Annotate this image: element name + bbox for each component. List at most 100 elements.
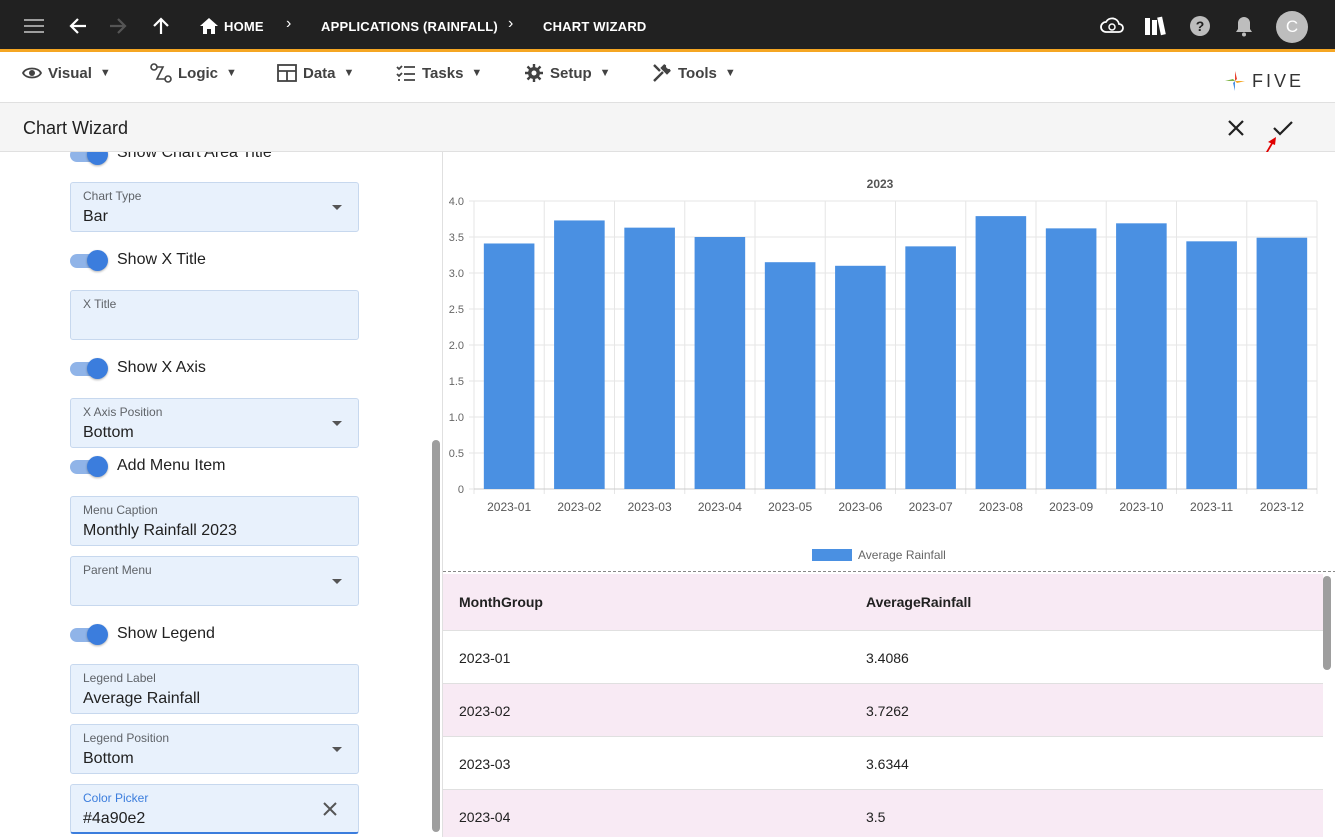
left-panel-scrollbar[interactable] [432,440,440,832]
tools-wrench-icon [653,64,671,82]
add-menu-item-toggle[interactable] [70,456,108,477]
menu-visual[interactable]: Visual ▼ [22,61,111,85]
close-icon [1228,120,1244,136]
legend-position-value: Bottom [83,750,134,767]
menu-logic-label: Logic [178,64,218,82]
table-cell: 3.7262 [866,703,909,719]
color-picker-field[interactable]: Color Picker #4a90e2 [70,784,359,834]
table-row[interactable]: 2023-01 3.4086 [443,631,1323,684]
menu-caption-field[interactable]: Menu Caption Monthly Rainfall 2023 [70,496,359,546]
legend-label-field[interactable]: Legend Label Average Rainfall [70,664,359,714]
menu-setup-label: Setup [550,64,592,82]
x-tick-label: 2023-02 [557,500,601,514]
cancel-button[interactable] [1224,116,1248,140]
color-picker-value: #4a90e2 [83,810,146,827]
menu-tools-label: Tools [678,64,717,82]
table-scrollbar[interactable] [1323,576,1331,670]
x-tick-label: 2023-07 [909,500,953,514]
x-axis-position-label: X Axis Position [83,405,163,419]
x-tick-label: 2023-06 [838,500,882,514]
legend-position-select[interactable]: Legend Position Bottom [70,724,359,774]
menu-data-label: Data [303,64,336,82]
back-arrow-icon[interactable] [66,14,90,38]
show-legend-toggle[interactable] [70,624,108,645]
caret-down-icon: ▼ [226,67,237,79]
x-axis-position-select[interactable]: X Axis Position Bottom [70,398,359,448]
table-grid-icon [277,64,297,82]
bar[interactable] [905,246,956,489]
y-tick-label: 3.5 [449,232,464,244]
page-title: Chart Wizard [23,118,129,138]
column-header-averagerainfall[interactable]: AverageRainfall [866,594,971,610]
x-title-field[interactable]: X Title [70,290,359,340]
table-cell: 3.4086 [866,650,909,666]
show-legend-label: Show Legend [117,625,215,642]
show-x-title-toggle[interactable] [70,250,108,271]
x-tick-label: 2023-12 [1260,500,1304,514]
bar[interactable] [975,216,1027,489]
table-cell: 2023-02 [459,703,511,719]
clear-icon[interactable] [320,799,340,819]
table-row[interactable]: 2023-04 3.5 [443,790,1323,837]
bar[interactable] [835,265,886,489]
y-tick-label: 2.0 [449,340,464,352]
column-header-monthgroup[interactable]: MonthGroup [459,594,543,610]
menu-setup[interactable]: Setup ▼ [524,61,611,85]
bar[interactable] [554,220,605,489]
menu-tasks[interactable]: Tasks ▼ [396,61,482,85]
home-icon[interactable] [197,14,221,38]
bar[interactable] [624,227,675,489]
dropdown-arrow-icon [332,579,342,584]
show-x-axis-toggle[interactable] [70,358,108,379]
parent-menu-select[interactable]: Parent Menu [70,556,359,606]
bar-chart: 2023 00.51.01.52.02.53.03.54.0 2023-01 20… [449,177,1318,562]
eye-icon [22,67,42,79]
chart-wizard-header: Chart Wizard [0,102,1335,152]
bar[interactable] [483,243,535,489]
x-axis-ticks: 2023-01 2023-02 2023-03 2023-04 2023-05 2023-… [487,500,1304,514]
menu-logic[interactable]: Logic ▼ [150,61,237,85]
forward-arrow-icon[interactable] [106,14,130,38]
user-avatar[interactable]: C [1276,11,1308,43]
menu-data[interactable]: Data ▼ [277,61,354,85]
bar[interactable] [1186,241,1237,489]
menu-tools[interactable]: Tools ▼ [652,61,736,85]
y-axis-ticks: 0 0.5 1.0 1.5 2.0 2.5 3.0 3.5 4.0 [449,196,464,496]
table-row[interactable]: 2023-02 3.7262 [443,684,1323,737]
bar[interactable] [694,237,746,489]
caret-down-icon: ▼ [343,67,355,79]
help-icon[interactable]: ? [1188,14,1212,38]
legend-position-label: Legend Position [83,731,170,745]
x-tick-label: 2023-11 [1190,500,1233,514]
chart-legend[interactable]: Average Rainfall [812,548,946,562]
show-chart-area-title-toggle[interactable] [70,152,108,165]
hamburger-menu-icon[interactable] [22,14,46,38]
library-books-icon[interactable] [1143,14,1167,38]
table-header-row: MonthGroup AverageRainfall [443,574,1323,631]
x-tick-label: 2023-04 [698,500,742,514]
logic-flow-icon [150,63,172,83]
y-tick-label: 0 [458,484,464,496]
notifications-bell-icon[interactable] [1232,14,1256,38]
bar[interactable] [1116,223,1167,489]
chart-type-select[interactable]: Chart Type Bar [70,182,359,232]
breadcrumb-home[interactable]: HOME [224,19,264,34]
up-arrow-icon[interactable] [149,14,173,38]
top-app-bar: HOME › APPLICATIONS (RAINFALL) › CHART W… [0,0,1335,52]
x-tick-label: 2023-08 [979,500,1023,514]
breadcrumb-applications[interactable]: APPLICATIONS (RAINFALL) [321,19,498,34]
caret-down-icon: ▼ [599,67,611,79]
bar[interactable] [764,262,816,489]
table-cell: 2023-03 [459,756,511,772]
caret-down-icon: ▼ [99,67,111,79]
table-row[interactable]: 2023-03 3.6344 [443,737,1323,790]
y-tick-label: 3.0 [449,268,464,280]
dropdown-arrow-icon [332,747,342,752]
y-tick-label: 1.0 [449,412,464,424]
bar[interactable] [1256,237,1308,489]
menu-caption-value: Monthly Rainfall 2023 [83,522,237,539]
bar[interactable] [1045,228,1097,490]
cloud-sync-icon[interactable] [1100,14,1124,38]
add-menu-item-label: Add Menu Item [117,457,226,474]
checklist-icon [396,65,415,81]
